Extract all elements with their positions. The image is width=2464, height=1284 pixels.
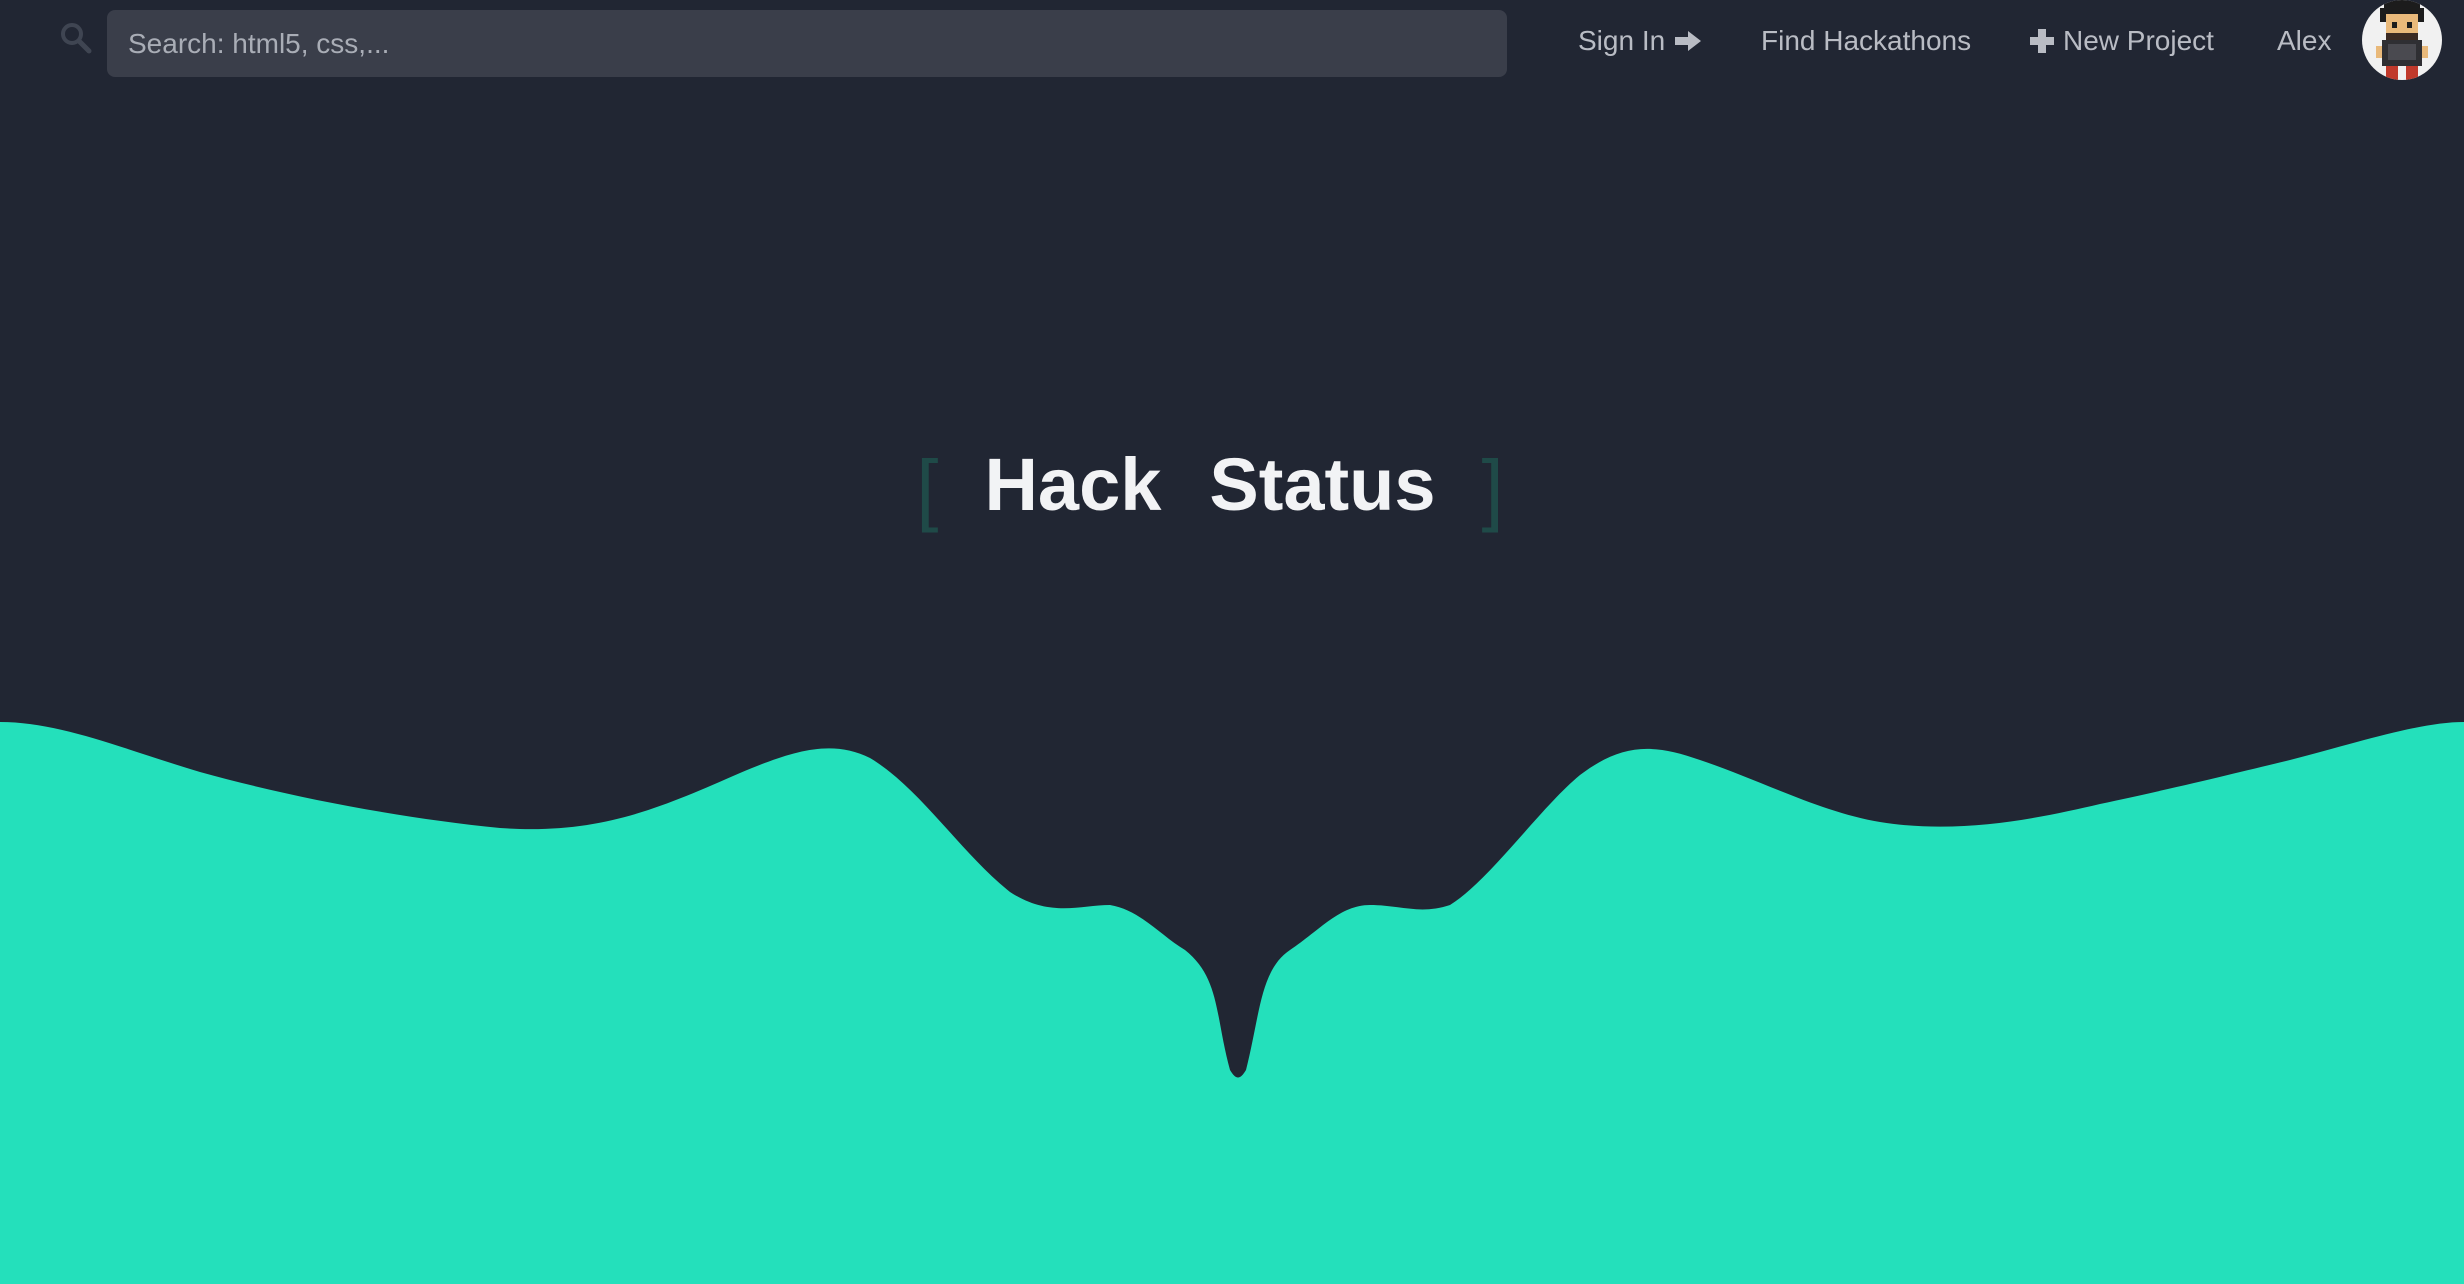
title-word-hack: Hack — [984, 443, 1162, 526]
user-menu[interactable]: Alex — [2277, 18, 2331, 64]
search-icon[interactable] — [58, 20, 94, 56]
avatar[interactable] — [2362, 0, 2442, 80]
title-bracket-close: ] — [1481, 444, 1504, 533]
page-title: [ Hack Status ] — [0, 435, 2442, 535]
wave-background — [0, 722, 2464, 1284]
sign-in-label: Sign In — [1578, 25, 1666, 56]
user-name: Alex — [2277, 25, 2332, 56]
title-bracket-open: [ — [916, 444, 939, 533]
new-project-link[interactable]: New Project — [2029, 18, 2214, 64]
title-word-status: Status — [1209, 443, 1436, 526]
find-hackathons-link[interactable]: Find Hackathons — [1761, 18, 1971, 64]
sign-in-link[interactable]: Sign In — [1578, 18, 1703, 64]
top-navigation: Sign In Find Hackathons New Project Alex — [0, 0, 2464, 88]
search-input[interactable] — [107, 10, 1507, 77]
pixel-avatar-icon — [2376, 0, 2428, 80]
new-project-label: New Project — [2063, 25, 2214, 56]
plus-icon — [2030, 29, 2054, 53]
find-hackathons-label: Find Hackathons — [1761, 25, 1972, 56]
arrow-right-icon — [1675, 31, 1702, 51]
page: Sign In Find Hackathons New Project Alex — [0, 0, 2464, 1284]
